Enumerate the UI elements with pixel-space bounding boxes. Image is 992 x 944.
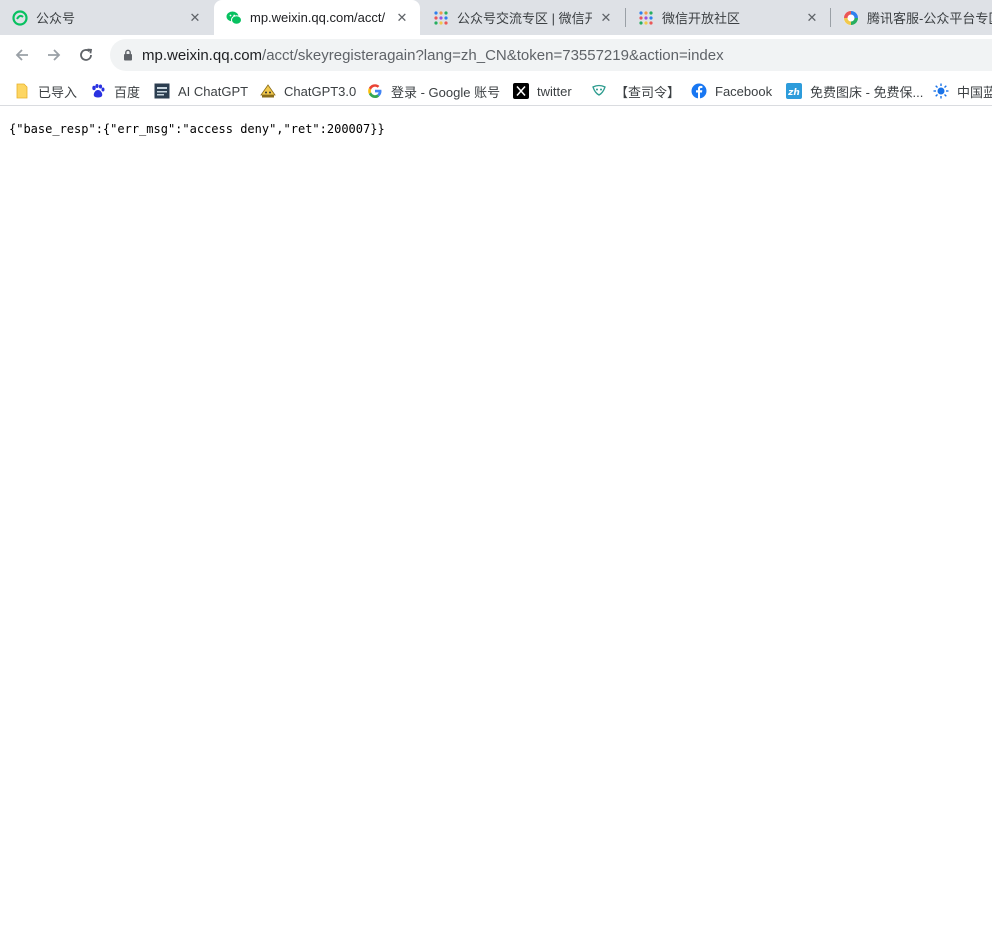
bookmark-label: 登录 - Google 账号 <box>391 84 501 100</box>
url-text[interactable]: mp.weixin.qq.com/acct/skeyregisteragain?… <box>142 47 724 64</box>
tencent-support-icon <box>843 10 859 26</box>
bookmark-ai-chatgpt[interactable]: AI ChatGPT <box>154 81 248 101</box>
wechat-icon <box>226 10 242 26</box>
reload-icon <box>80 48 93 61</box>
tab-weixin-kaifang-shequ[interactable]: 微信开放社区 ✕ <box>626 0 830 35</box>
tab-gongzhonghao-jiaoliu[interactable]: 公众号交流专区 | 微信开放 ✕ <box>421 0 624 35</box>
bookmark-imported-folder[interactable]: 已导入 <box>14 81 77 101</box>
facebook-icon <box>691 83 707 99</box>
reload-button[interactable] <box>72 41 100 69</box>
tab-tencent-kefu[interactable]: 腾讯客服-公众平台专区 <box>831 0 992 35</box>
bookmark-facebook[interactable]: Facebook <box>691 81 772 101</box>
json-response-text: {"base_resp":{"err_msg":"access deny","r… <box>9 122 385 136</box>
back-button[interactable] <box>8 41 36 69</box>
address-bar[interactable]: mp.weixin.qq.com/acct/skeyregisteragain?… <box>110 39 992 71</box>
tab-title: 腾讯客服-公众平台专区 <box>867 11 992 26</box>
wechat-dev-community-icon <box>433 10 449 26</box>
tab-mp-weixin[interactable]: mp.weixin.qq.com/acct/ ✕ <box>214 0 420 35</box>
bookmark-label: 百度 <box>114 84 141 100</box>
bookmark-label: 已导入 <box>38 84 78 100</box>
bookmark-label: twitter <box>537 83 572 99</box>
chasiling-icon <box>591 83 607 99</box>
lock-icon[interactable] <box>120 47 136 63</box>
bookmarks-bar: 已导入 百度 AI ChatGPT ChatGPT3.0 登录 - Google… <box>0 75 992 106</box>
close-icon[interactable]: ✕ <box>598 10 614 26</box>
wechat-dev-community-icon <box>638 10 654 26</box>
zh-icon: zh <box>786 83 802 99</box>
bookmark-zhongguolan[interactable]: 中国蓝 <box>933 81 992 101</box>
wechat-mp-icon <box>12 9 28 26</box>
bookmark-label: 【查司令】 <box>615 84 681 100</box>
bookmark-label: 免费图床 - 免费保... <box>810 84 924 100</box>
tab-gongzhonghao[interactable]: 公众号 ✕ <box>0 0 213 35</box>
bookmark-baidu[interactable]: 百度 <box>90 81 140 101</box>
close-icon[interactable]: ✕ <box>804 10 820 26</box>
page-content: {"base_resp":{"err_msg":"access deny","r… <box>0 107 992 944</box>
close-icon[interactable]: ✕ <box>394 10 410 26</box>
tab-title: 微信开放社区 <box>662 11 741 26</box>
bookmark-label: AI ChatGPT <box>178 83 249 99</box>
url-path: /acct/skeyregisteragain?lang=zh_CN&token… <box>262 46 724 64</box>
tab-title: 公众号交流专区 | 微信开放 <box>457 11 592 26</box>
close-icon[interactable]: ✕ <box>187 10 203 26</box>
bookmark-chasiling[interactable]: 【查司令】 <box>591 81 680 101</box>
bookmark-label: Facebook <box>715 83 773 99</box>
chatgpt-icon <box>260 83 276 99</box>
bookmark-label: 中国蓝 <box>957 84 992 100</box>
tab-strip: 公众号 ✕ mp.weixin.qq.com/acct/ ✕ 公众号交流专区 |… <box>0 0 992 35</box>
baidu-icon <box>90 83 106 99</box>
bookmark-chatgpt3[interactable]: ChatGPT3.0 <box>260 81 356 101</box>
blue-sun-icon <box>933 83 949 99</box>
svg-text:zh: zh <box>787 88 800 98</box>
ai-chatgpt-icon <box>154 83 170 99</box>
bookmark-twitter[interactable]: twitter <box>513 81 572 101</box>
bookmark-free-image-host[interactable]: zh 免费图床 - 免费保... <box>786 81 923 101</box>
x-twitter-icon <box>513 83 529 99</box>
forward-arrow-icon <box>48 49 61 61</box>
folder-icon <box>14 83 30 99</box>
tab-title: mp.weixin.qq.com/acct/ <box>250 10 386 25</box>
bookmark-google-login[interactable]: 登录 - Google 账号 <box>367 81 500 101</box>
forward-button[interactable] <box>40 41 68 69</box>
tab-title: 公众号 <box>36 11 76 26</box>
google-icon <box>367 83 383 99</box>
back-arrow-icon <box>15 49 28 61</box>
url-host: mp.weixin.qq.com <box>142 46 263 64</box>
bookmark-label: ChatGPT3.0 <box>284 83 357 99</box>
browser-toolbar: mp.weixin.qq.com/acct/skeyregisteragain?… <box>0 35 992 75</box>
